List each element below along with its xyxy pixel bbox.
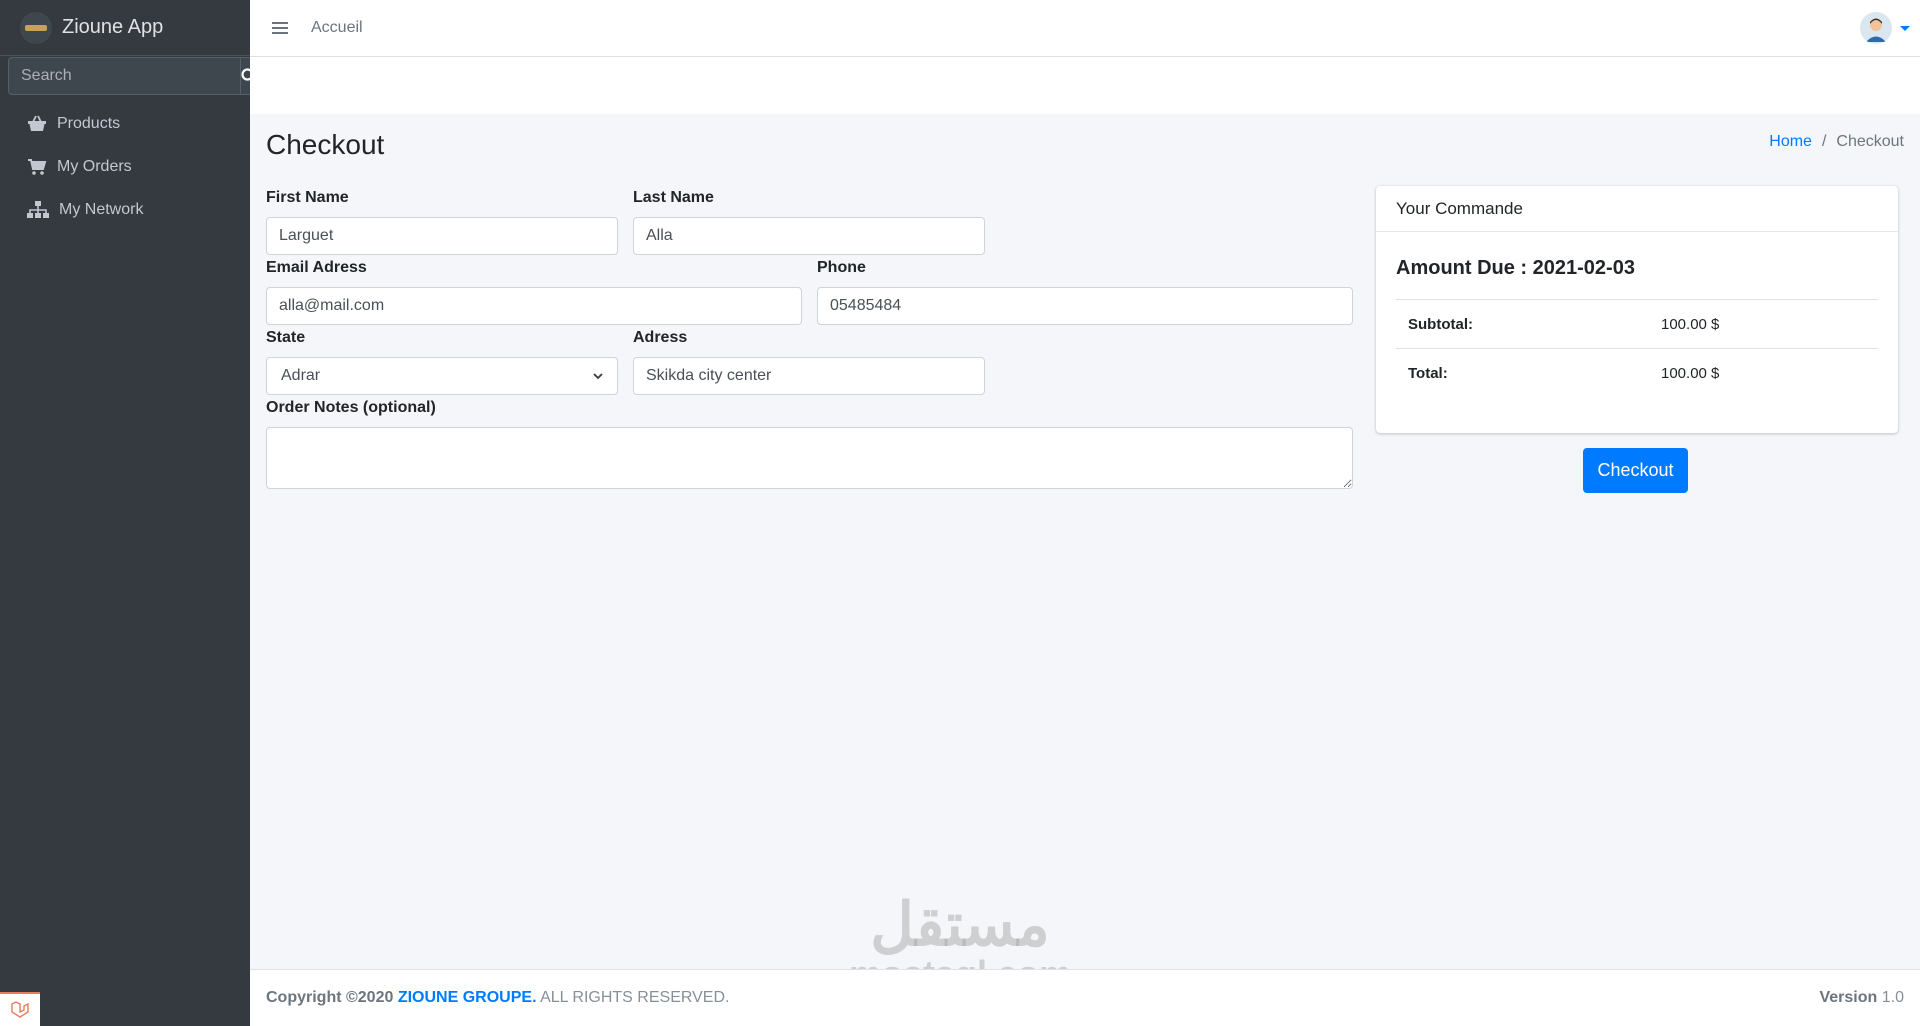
state-label: State — [266, 329, 306, 346]
total-label: Total: — [1408, 364, 1448, 382]
user-menu[interactable] — [1860, 12, 1910, 44]
copyright: Copyright ©2020 ZIOUNE GROUPE. ALL RIGHT… — [266, 989, 729, 1007]
user-avatar-icon — [1860, 12, 1892, 44]
sidebar-item-my-network[interactable]: My Network — [0, 188, 250, 231]
phone-field[interactable] — [817, 287, 1353, 325]
address-label: Adress — [633, 329, 688, 346]
breadcrumb-home[interactable]: Home — [1769, 133, 1812, 151]
rights-text: ALL RIGHTS RESERVED. — [540, 989, 730, 1006]
main-content: Checkout Home / Checkout First Name Last… — [250, 114, 1920, 969]
breadcrumb-separator: / — [1821, 133, 1827, 150]
email-label: Email Adress — [266, 259, 367, 276]
sitemap-icon — [27, 200, 49, 218]
avatar[interactable] — [1860, 12, 1892, 44]
app-title: Zioune App — [62, 16, 164, 38]
company-link[interactable]: ZIOUNE GROUPE. — [398, 989, 537, 1006]
cart-icon — [28, 158, 47, 175]
sidebar: Zioune App Products My Orders My Network — [0, 0, 258, 1026]
chevron-down-icon[interactable] — [1900, 25, 1910, 31]
menu-toggle-icon[interactable] — [272, 19, 288, 37]
order-notes-field[interactable] — [266, 427, 1353, 489]
last-name-label: Last Name — [633, 189, 714, 206]
state-selected-value: Adrar — [281, 367, 321, 384]
search-input[interactable] — [8, 57, 240, 95]
order-summary-card: Your Commande Amount Due : 2021-02-03 Su… — [1376, 186, 1898, 433]
subtotal-value: 100.00 $ — [1661, 315, 1720, 333]
last-name-field[interactable] — [633, 217, 985, 255]
phone-label: Phone — [817, 259, 866, 276]
version-label: Version — [1819, 989, 1878, 1006]
sidebar-nav: Products My Orders My Network — [0, 102, 250, 231]
sidebar-item-products[interactable]: Products — [0, 102, 250, 145]
table-row: Subtotal: 100.00 $ — [1396, 299, 1878, 349]
checkout-button[interactable]: Checkout — [1583, 448, 1688, 493]
chevron-down-icon — [593, 373, 603, 380]
footer: Copyright ©2020 ZIOUNE GROUPE. ALL RIGHT… — [250, 969, 1920, 1026]
table-row: Total: 100.00 $ — [1396, 348, 1878, 398]
version: Version 1.0 — [1819, 989, 1904, 1007]
version-value: 1.0 — [1881, 989, 1904, 1006]
laravel-logo-icon — [11, 1001, 29, 1018]
breadcrumb: Home / Checkout — [1769, 133, 1904, 151]
subheader-bar — [250, 57, 1920, 114]
first-name-field[interactable] — [266, 217, 618, 255]
top-navbar: Accueil — [250, 0, 1920, 57]
amount-due: Amount Due : 2021-02-03 — [1396, 257, 1635, 279]
first-name-label: First Name — [266, 189, 349, 206]
sidebar-item-label: My Orders — [57, 157, 132, 175]
page-title: Checkout — [266, 129, 385, 160]
card-header: Your Commande — [1376, 186, 1898, 232]
subtotal-label: Subtotal: — [1408, 315, 1473, 333]
sidebar-item-label: Products — [57, 114, 121, 132]
order-notes-label: Order Notes (optional) — [266, 399, 436, 416]
copyright-prefix: Copyright ©2020 — [266, 989, 394, 1006]
brand-logo — [20, 11, 52, 44]
address-field[interactable] — [633, 357, 985, 395]
sidebar-item-label: My Network — [59, 200, 144, 218]
sidebar-item-my-orders[interactable]: My Orders — [0, 145, 250, 188]
watermark-arabic: مستقل — [870, 891, 1050, 958]
total-value: 100.00 $ — [1661, 364, 1720, 382]
brand[interactable]: Zioune App — [0, 0, 250, 56]
breadcrumb-current: Checkout — [1836, 133, 1904, 150]
email-field[interactable] — [266, 287, 802, 325]
nav-link-home[interactable]: Accueil — [311, 19, 363, 37]
state-select[interactable]: Adrar — [266, 357, 618, 395]
sidebar-search — [8, 57, 258, 95]
laravel-icon[interactable] — [0, 992, 40, 1026]
order-summary-table: Subtotal: 100.00 $ Total: 100.00 $ — [1396, 299, 1878, 398]
basket-icon — [28, 115, 46, 131]
